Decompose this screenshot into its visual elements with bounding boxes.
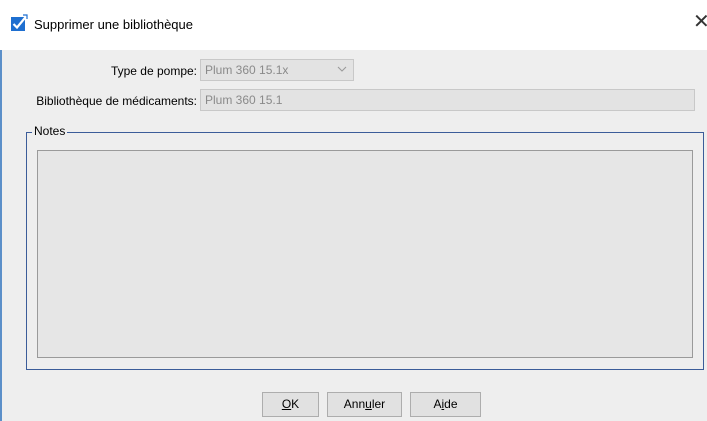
cancel-label-pre: Ann — [343, 397, 366, 411]
pump-type-value: Plum 360 15.1x — [205, 63, 289, 77]
help-label-post: de — [444, 397, 458, 411]
cancel-label-post: ler — [371, 397, 386, 411]
title-bar: Supprimer une bibliothèque ✕ — [0, 0, 707, 50]
drug-library-label: Bibliothèque de médicaments: — [36, 94, 197, 108]
notes-textarea[interactable] — [37, 150, 693, 358]
ok-label-post: K — [291, 397, 300, 411]
ok-mnemonic: O — [281, 397, 292, 411]
checkmark-icon — [11, 14, 28, 31]
pump-type-label: Type de pompe: — [110, 64, 197, 78]
pump-type-select[interactable]: Plum 360 15.1x — [200, 59, 354, 81]
cancel-button[interactable]: Annuler — [327, 392, 402, 417]
help-button[interactable]: Aide — [410, 392, 481, 417]
window-title: Supprimer une bibliothèque — [34, 17, 193, 32]
drug-library-value: Plum 360 15.1 — [205, 93, 283, 107]
chevron-down-icon — [337, 66, 347, 72]
close-icon[interactable]: ✕ — [693, 10, 707, 32]
window-edge — [0, 50, 2, 421]
ok-button[interactable]: OK — [262, 392, 319, 417]
drug-library-field[interactable]: Plum 360 15.1 — [200, 89, 695, 111]
delete-library-dialog: Supprimer une bibliothèque ✕ Type de pom… — [0, 0, 707, 421]
notes-legend: Notes — [32, 124, 68, 138]
cancel-mnemonic: u — [365, 397, 372, 411]
